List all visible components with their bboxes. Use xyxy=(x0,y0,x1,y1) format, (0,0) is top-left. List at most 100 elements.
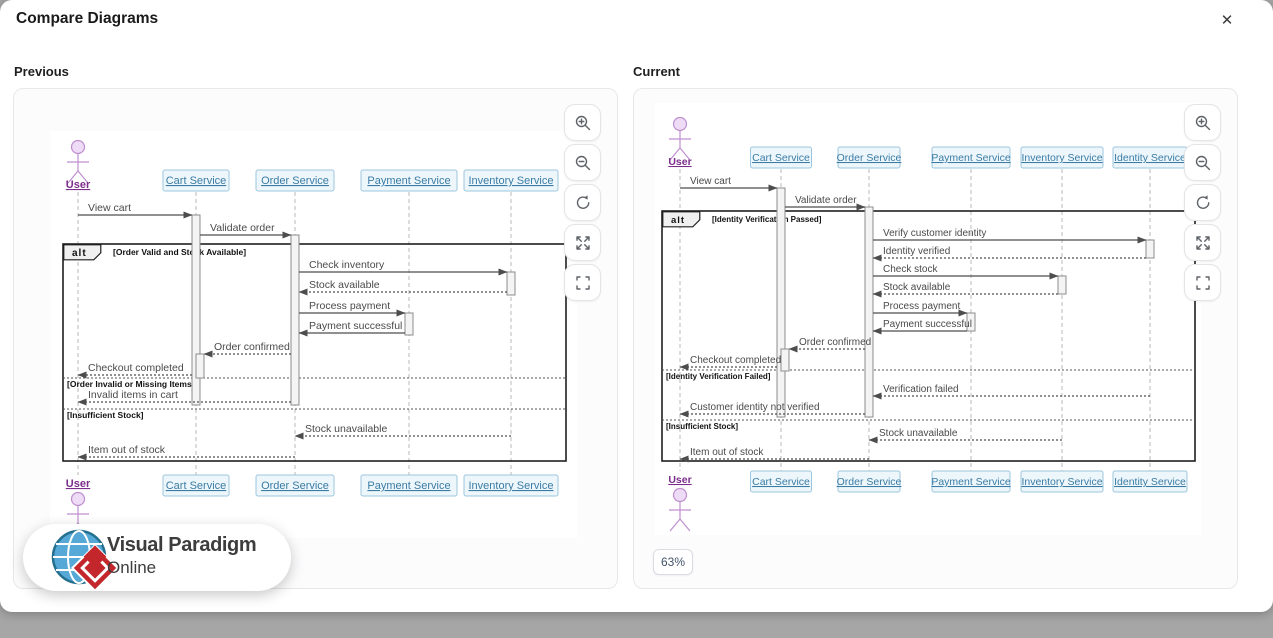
reset-view-icon xyxy=(574,194,592,212)
zoom-out-button[interactable] xyxy=(1184,144,1221,181)
message-label: Process payment xyxy=(883,301,960,312)
participant-label: Order Service xyxy=(261,175,329,187)
zoom-level-badge: 63% xyxy=(653,549,693,575)
participant-label: Payment Service xyxy=(367,175,450,187)
activation-bar xyxy=(507,272,515,295)
guard-label: [Order Valid and Stock Available] xyxy=(113,247,246,257)
participant-label: Cart Service xyxy=(166,175,227,187)
fit-screen-button[interactable] xyxy=(564,264,601,301)
participant-label: Cart Service xyxy=(752,152,810,164)
message-label: Identity verified xyxy=(883,246,950,257)
participant-label: Payment Service xyxy=(931,476,1011,488)
logo-product-name: Online xyxy=(107,557,256,578)
message-label: Process payment xyxy=(309,300,390,312)
participant-label: Cart Service xyxy=(166,480,227,492)
message-label: Item out of stock xyxy=(88,444,166,456)
activation-bar xyxy=(196,354,204,378)
zoom-in-button[interactable] xyxy=(564,104,601,141)
zoom-in-button[interactable] xyxy=(1184,104,1221,141)
message-label: Validate order xyxy=(795,195,857,206)
message-label: Item out of stock xyxy=(690,447,764,458)
actor-figure xyxy=(67,141,89,184)
message-label: Order confirmed xyxy=(799,337,871,348)
fit-screen-button[interactable] xyxy=(1184,264,1221,301)
close-button[interactable]: ✕ xyxy=(1217,11,1237,31)
participant-label: Order Service xyxy=(261,480,329,492)
activation-bar xyxy=(1146,240,1154,258)
participant-label: Order Service xyxy=(837,476,902,488)
message-label: Validate order xyxy=(210,222,275,234)
visual-paradigm-logo[interactable]: Visual Paradigm Online xyxy=(23,524,291,591)
message-label: Stock available xyxy=(309,279,380,291)
guard-label: [Insufficient Stock] xyxy=(666,422,738,431)
maximize-button[interactable] xyxy=(564,224,601,261)
previous-sequence-diagram: alt [Order Valid and Stock Available] [Ord… xyxy=(50,131,577,538)
compare-diagrams-dialog: Compare Diagrams ✕ Previous Current alt [… xyxy=(0,0,1273,612)
message-label: Stock available xyxy=(883,282,951,293)
participant-label: Order Service xyxy=(837,152,902,164)
participant-label: User xyxy=(668,474,691,486)
participant-label: Payment Service xyxy=(367,480,450,492)
message-label: View cart xyxy=(690,176,731,187)
message-label: Verify customer identity xyxy=(883,228,986,239)
participant-label: Identity Service xyxy=(1114,152,1186,164)
actor-figure xyxy=(669,489,691,532)
activation-bar xyxy=(777,188,785,417)
previous-diagram-panel: alt [Order Valid and Stock Available] [Ord… xyxy=(13,88,618,589)
participant-label: Inventory Service xyxy=(469,175,554,187)
current-diagram-controls xyxy=(1184,104,1221,301)
message-label: Payment successful xyxy=(883,319,972,330)
previous-diagram-controls xyxy=(564,104,601,301)
message-label: Order confirmed xyxy=(214,341,290,353)
activation-bar xyxy=(291,235,299,405)
message-label: Checkout completed xyxy=(690,355,781,366)
participant-label: User xyxy=(668,156,691,168)
maximize-button[interactable] xyxy=(1184,224,1221,261)
guard-label: [Identity Verification Failed] xyxy=(666,372,771,381)
message-label: Verification failed xyxy=(883,384,959,395)
participant-label: Cart Service xyxy=(752,476,810,488)
fragment-operator-label: alt xyxy=(671,215,685,226)
activation-bar xyxy=(1058,276,1066,294)
participant-label: User xyxy=(66,478,91,490)
message-label: View cart xyxy=(88,202,131,214)
current-diagram-canvas[interactable]: alt [Identity Verification Passed] [Identi… xyxy=(655,103,1201,535)
reset-view-button[interactable] xyxy=(564,184,601,221)
participant-label: Inventory Service xyxy=(1021,152,1102,164)
participant-label: Payment Service xyxy=(931,152,1011,164)
message-label: Check stock xyxy=(883,264,938,275)
message-label: Invalid items in cart xyxy=(88,389,178,401)
activation-bar xyxy=(865,207,873,417)
current-diagram-panel: alt [Identity Verification Passed] [Identi… xyxy=(633,88,1238,589)
zoom-out-button[interactable] xyxy=(564,144,601,181)
participant-label: Identity Service xyxy=(1114,476,1186,488)
guard-label: [Identity Verification Passed] xyxy=(712,215,822,224)
fit-screen-icon xyxy=(574,274,592,292)
participant-label: Inventory Service xyxy=(1021,476,1102,488)
message-label: Stock unavailable xyxy=(879,428,958,439)
panel-label-previous: Previous xyxy=(14,64,69,79)
fragment-operator-label: alt xyxy=(72,248,87,259)
zoom-in-icon xyxy=(574,114,592,132)
zoom-in-icon xyxy=(1194,114,1212,132)
participant-label: User xyxy=(66,179,91,191)
participant-label: Inventory Service xyxy=(469,480,554,492)
maximize-icon xyxy=(574,234,592,252)
message-label: Checkout completed xyxy=(88,362,184,374)
zoom-out-icon xyxy=(1194,154,1212,172)
current-sequence-diagram: alt [Identity Verification Passed] [Identi… xyxy=(655,103,1201,535)
maximize-icon xyxy=(1194,234,1212,252)
fit-screen-icon xyxy=(1194,274,1212,292)
previous-diagram-canvas[interactable]: alt [Order Valid and Stock Available] [Ord… xyxy=(50,131,577,538)
panel-label-current: Current xyxy=(633,64,680,79)
reset-view-button[interactable] xyxy=(1184,184,1221,221)
message-label: Stock unavailable xyxy=(305,423,387,435)
reset-view-icon xyxy=(1194,194,1212,212)
guard-label: [Insufficient Stock] xyxy=(67,410,144,420)
activation-bar xyxy=(405,313,413,335)
dialog-title: Compare Diagrams xyxy=(16,10,158,28)
message-label: Customer identity not verified xyxy=(690,402,820,413)
actor-figure xyxy=(669,118,691,161)
message-label: Payment successful xyxy=(309,320,402,332)
guard-label: [Order Invalid or Missing Items] xyxy=(67,379,195,389)
